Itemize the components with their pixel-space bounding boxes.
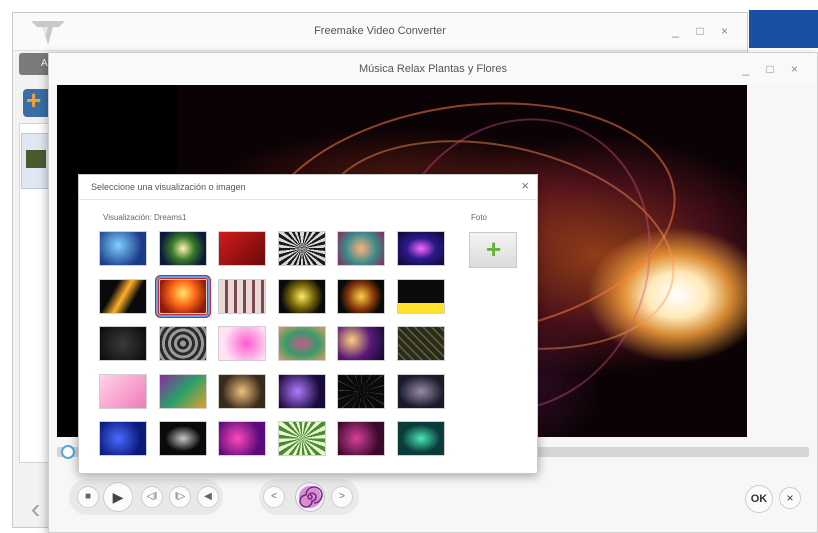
visualization-thumbnail[interactable] [159,231,207,266]
visualization-picker-dialog: Seleccione una visualización o imagen × … [78,174,538,474]
visualization-thumbnail[interactable] [99,326,147,361]
minimize-button[interactable]: _ [672,24,686,38]
stop-button[interactable]: ■ [77,486,99,508]
visualization-thumbnail[interactable] [159,421,207,456]
visualization-thumbnail[interactable] [99,374,147,409]
next-button[interactable]: I▷ [169,486,191,508]
close-button[interactable]: × [721,24,735,38]
previous-visualization-button[interactable]: < [263,486,285,508]
visualization-thumbnail[interactable] [99,231,147,266]
add-photo-button[interactable]: + [469,232,517,268]
visualization-thumbnail[interactable] [99,279,147,314]
maximize-button[interactable]: □ [766,62,780,76]
visualization-thumbnail[interactable] [218,231,266,266]
desktop: Freemake Video Converter _ □ × Ar ‹ Músi… [0,0,818,533]
volume-button[interactable]: ◀ [197,486,219,508]
visualization-thumbnail[interactable] [218,374,266,409]
visualization-grid [99,231,451,457]
visualization-thumbnail[interactable] [337,279,385,314]
visualization-thumbnail[interactable] [397,326,445,361]
visualization-thumbnail[interactable] [156,276,210,317]
file-thumbnail[interactable] [21,133,51,189]
dialog-title: Seleccione una visualización o imagen [91,182,246,192]
ok-button[interactable]: OK [745,485,773,513]
plus-icon: + [486,234,502,264]
visualization-thumbnail[interactable] [337,421,385,456]
close-button[interactable]: × [791,62,805,76]
divider [79,199,537,200]
chevron-left-icon[interactable]: ‹ [31,493,40,525]
visualization-label: Visualización: Dreams1 [103,213,187,222]
visualization-thumbnail[interactable] [397,279,445,314]
visualization-window-title: Música Relax Plantas y Flores [359,63,507,75]
visualization-titlebar: Música Relax Plantas y Flores _ □ × [49,53,817,85]
next-visualization-button[interactable]: > [331,486,353,508]
maximize-button[interactable]: □ [696,24,710,38]
dialog-close-button[interactable]: × [521,178,529,193]
visualization-thumbnail[interactable] [397,231,445,266]
spiral-icon [299,486,323,508]
visualization-thumbnail[interactable] [337,231,385,266]
visualization-thumbnail[interactable] [159,326,207,361]
visualization-thumbnail[interactable] [337,326,385,361]
foto-label: Foto [471,213,488,222]
visualization-thumbnail[interactable] [218,279,266,314]
visualization-thumbnail[interactable] [218,421,266,456]
visualization-thumbnail[interactable] [218,326,266,361]
visualization-thumbnail[interactable] [397,421,445,456]
freemake-title: Freemake Video Converter [314,25,446,37]
taskbar-strip [749,10,818,48]
visualization-thumbnail[interactable] [278,279,326,314]
cancel-button[interactable]: × [779,487,801,509]
previous-button[interactable]: ◁I [141,486,163,508]
seek-handle[interactable] [61,445,75,459]
visualization-thumbnail[interactable] [278,421,326,456]
visualization-thumbnail[interactable] [278,374,326,409]
freemake-titlebar: Freemake Video Converter _ □ × [13,13,747,51]
visualization-thumbnail[interactable] [337,374,385,409]
visualization-thumbnail[interactable] [397,374,445,409]
minimize-button[interactable]: _ [742,62,756,76]
visualization-spiral-icon[interactable] [295,482,325,512]
visualization-thumbnail[interactable] [278,231,326,266]
visualization-window-controls: _ □ × [742,62,805,76]
play-button[interactable]: ▶ [103,482,133,512]
visualization-thumbnail[interactable] [159,374,207,409]
freemake-window-controls: _ □ × [672,24,735,38]
visualization-thumbnail[interactable] [278,326,326,361]
visualization-thumbnail[interactable] [99,421,147,456]
